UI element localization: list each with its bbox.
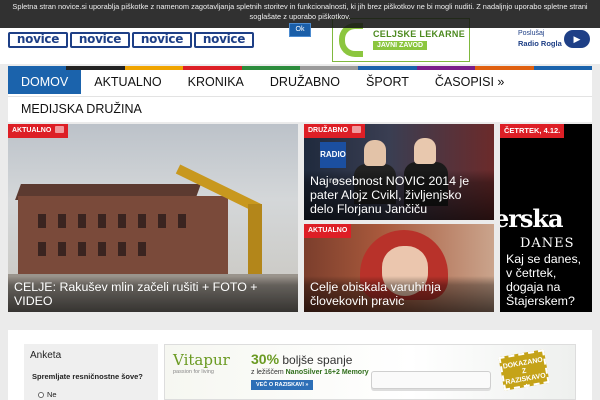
banner-product-name: NanoSilver 16+2 Memory — [285, 369, 369, 376]
photo-window — [58, 242, 66, 256]
category-badge[interactable]: DRUŽABNO — [304, 124, 366, 138]
poll-widget: Anketa Spremljate resničnostne šove? Ne — [24, 344, 158, 400]
photo-window — [58, 214, 66, 228]
photo-window — [178, 214, 186, 228]
mattress-image — [371, 371, 491, 389]
category-badge[interactable]: AKTUALNO — [304, 224, 352, 238]
camera-icon — [352, 126, 362, 133]
photo-window — [38, 214, 46, 228]
nav-item-sport[interactable]: ŠPORT — [353, 70, 422, 94]
category-label: AKTUALNO — [12, 127, 52, 134]
cookie-text: Spletna stran novice.si uporablja piškot… — [12, 2, 588, 21]
banner-product-line: z ležiščem NanoSilver 16+2 Memory — [251, 369, 369, 376]
featured-article-stajerska-danes[interactable]: ČETRTEK, 4.12. erska DANES Kaj se danes,… — [500, 124, 592, 312]
vitapur-ad-banner[interactable]: Vitapur passion for living 30% boljše sp… — [164, 344, 576, 400]
article-headline[interactable]: CELJE: Rakušev mlin začeli rušiti + FOTO… — [8, 276, 298, 312]
poll-title: Anketa — [30, 350, 62, 361]
category-label: DRUŽABNO — [308, 127, 349, 134]
poll-question: Spremljate resničnostne šove? — [32, 372, 143, 381]
photo-window — [138, 242, 146, 256]
banner-headline-text: boljše spanje — [279, 353, 353, 367]
photo-person-head — [364, 140, 386, 166]
banner-cta-button[interactable]: VEČ O RAZISKAVI » — [251, 380, 314, 390]
nav-row-secondary: MEDIJSKA DRUŽINA — [8, 96, 592, 121]
radio-button[interactable] — [38, 391, 44, 398]
photo-window — [38, 242, 46, 256]
photo-window — [98, 242, 106, 256]
nav-item-kronika[interactable]: KRONIKA — [175, 70, 257, 94]
article-headline[interactable]: Kaj se danes, v četrtek, dogaja na Štaje… — [500, 248, 592, 312]
article-headline[interactable]: Celje obiskala varuhinja človekovih prav… — [304, 276, 494, 312]
photo-window — [158, 214, 166, 228]
nav-item-medijska-druzina[interactable]: MEDIJSKA DRUŽINA — [8, 97, 592, 121]
cookie-notice: Spletna stran novice.si uporablja piškot… — [0, 0, 600, 37]
nav-item-domov[interactable]: DOMOV — [8, 70, 82, 94]
content-section: Anketa Spremljate resničnostne šove? Ne … — [8, 330, 592, 400]
poll-option[interactable]: Ne — [38, 390, 57, 399]
cookie-ok-button[interactable]: Ok — [288, 23, 312, 37]
radio-label-name: Radio Rogla — [518, 39, 562, 48]
proven-badge: DOKAZANO Z RAZISKAVO ! — [498, 349, 550, 391]
banner-product-prefix: z ležiščem — [251, 369, 286, 376]
banner-headline: 30% boljše spanje — [251, 351, 352, 367]
nav-item-aktualno[interactable]: AKTUALNO — [81, 70, 174, 94]
nav-row: DOMOV AKTUALNO KRONIKA DRUŽABNO ŠPORT ČA… — [8, 70, 517, 94]
article-headline[interactable]: Naj osebnost NOVIC 2014 je pater Alojz C… — [304, 170, 494, 220]
nav-color-segment — [533, 66, 593, 70]
photo-radio-sign: RADIO ro — [320, 142, 346, 185]
nav-item-casopisi[interactable]: ČASOPISI » — [422, 70, 517, 94]
stajerska-logo-word: erska — [500, 204, 564, 233]
photo-excavator-body — [248, 204, 262, 284]
vitapur-logo: Vitapur — [173, 351, 230, 369]
photo-window — [118, 242, 126, 256]
nav-item-druzabno[interactable]: DRUŽABNO — [257, 70, 353, 94]
banner-headline-percent: 30% — [251, 351, 280, 367]
category-badge[interactable]: AKTUALNO — [8, 124, 69, 138]
photo-building — [18, 196, 228, 274]
photo-window — [78, 214, 86, 228]
featured-article-main[interactable]: AKTUALNO CELJE: Rakušev mlin začeli ruši… — [8, 124, 298, 312]
featured-article-naj-osebnost[interactable]: DRUŽABNO RADIO ro Naj osebnost NOVIC 201… — [304, 124, 494, 220]
photo-window — [98, 214, 106, 228]
photo-person-head — [414, 138, 436, 164]
photo-window — [138, 214, 146, 228]
photo-window — [78, 242, 86, 256]
ad-subtitle: JAVNI ZAVOD — [373, 41, 428, 50]
date-badge: ČETRTEK, 4.12. — [500, 124, 565, 138]
photo-window — [118, 214, 126, 228]
vitapur-tagline: passion for living — [173, 369, 214, 375]
poll-option-label: Ne — [47, 390, 57, 399]
main-navigation: DOMOV AKTUALNO KRONIKA DRUŽABNO ŠPORT ČA… — [8, 66, 593, 122]
camera-icon — [55, 126, 65, 133]
featured-article-varuhinja[interactable]: AKTUALNO Celje obiskala varuhinja človek… — [304, 224, 494, 312]
